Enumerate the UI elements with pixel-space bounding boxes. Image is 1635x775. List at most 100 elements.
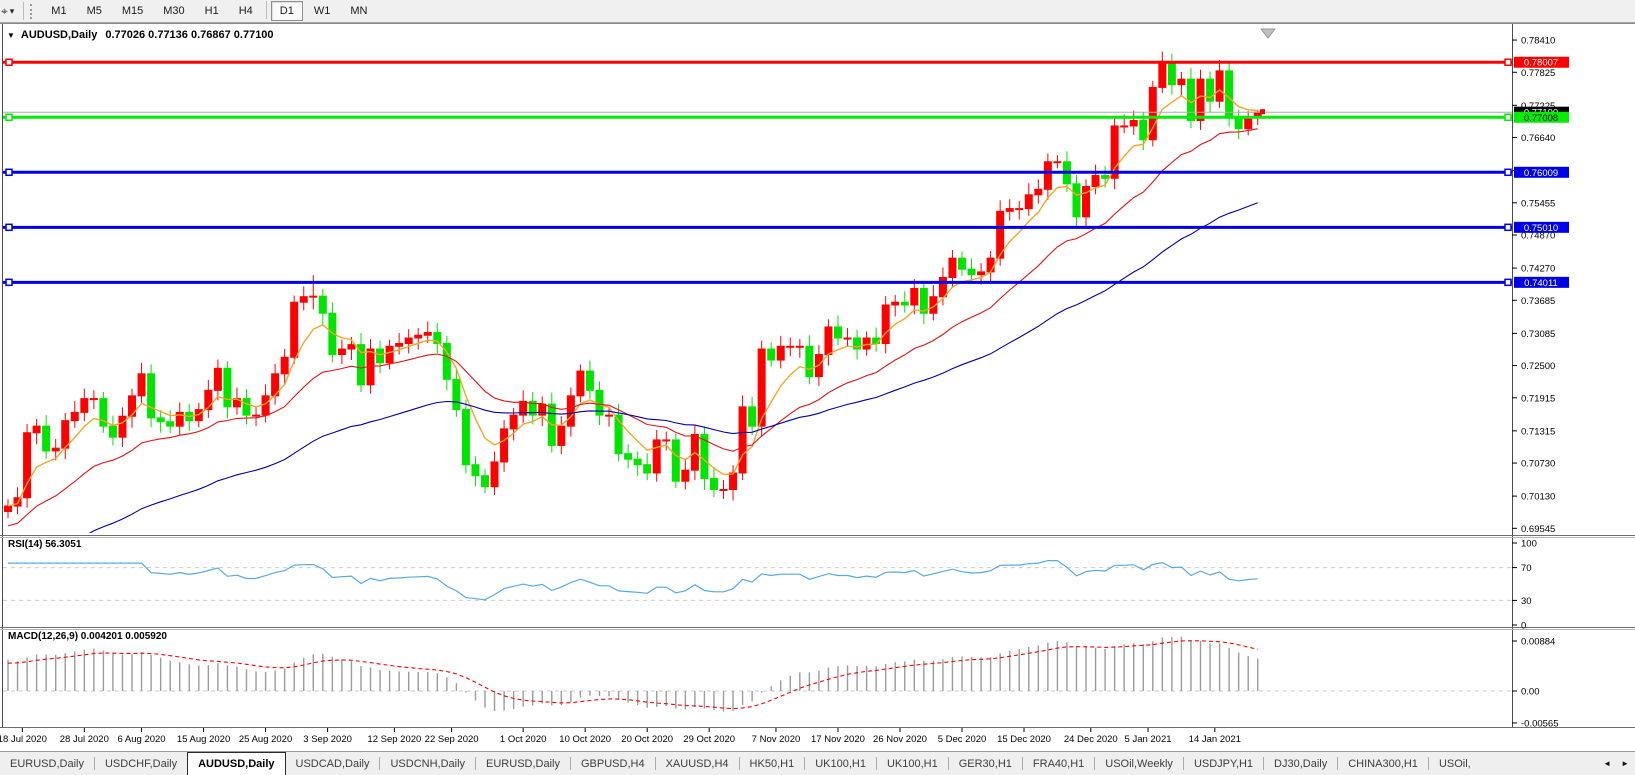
candle-body	[129, 396, 136, 416]
rsi-tick-label: 0	[1521, 621, 1526, 632]
candle-body	[262, 396, 269, 415]
collapse-triangle-icon[interactable]: ▼	[7, 31, 15, 40]
tab-gbpusd-h4[interactable]: GBPUSD,H4	[571, 752, 655, 775]
last-price-marker	[1260, 109, 1265, 114]
date-label: 5 Jan 2021	[1125, 734, 1172, 745]
date-label: 7 Nov 2020	[752, 734, 801, 745]
price-tick-label: 0.71915	[1521, 393, 1555, 404]
tab-eurusd-daily[interactable]: EURUSD,Daily	[0, 752, 94, 775]
candle-body	[586, 371, 593, 390]
hline-handle[interactable]	[6, 224, 12, 230]
candle-body	[1092, 176, 1099, 187]
rsi-tick-label: 70	[1521, 563, 1532, 574]
hline-handle[interactable]	[1505, 169, 1511, 175]
date-label: 10 Oct 2020	[559, 734, 611, 745]
tab-scroll-controls: ◄ ►	[1597, 752, 1635, 775]
tab-usdcnh-daily[interactable]: USDCNH,Daily	[380, 752, 475, 775]
candle-body	[1054, 162, 1061, 163]
hline-handle[interactable]	[6, 169, 12, 175]
tab-usdjpy-h1[interactable]: USDJPY,H1	[1184, 752, 1263, 775]
tab-fra40-h1[interactable]: FRA40,H1	[1023, 752, 1094, 775]
hline-handle[interactable]	[1505, 114, 1511, 120]
candle-body	[1111, 126, 1118, 178]
tab-ger30-h1[interactable]: GER30,H1	[949, 752, 1022, 775]
hline-price-tag-text: 0.78007	[1524, 58, 1558, 69]
candle-body	[796, 346, 803, 347]
candle-body	[281, 357, 288, 374]
tab-eurusd-daily[interactable]: EURUSD,Daily	[476, 752, 570, 775]
price-tick-label: 0.74270	[1521, 264, 1555, 275]
tab-scroll-left-icon[interactable]: ◄	[1603, 759, 1611, 768]
candle-body	[167, 422, 174, 426]
tab-scroll-right-icon[interactable]: ►	[1621, 759, 1629, 768]
hline-handle[interactable]	[6, 279, 12, 285]
candle-body	[109, 426, 116, 437]
date-label: 20 Oct 2020	[621, 734, 673, 745]
candle-body	[482, 476, 489, 487]
candle-body	[253, 415, 260, 416]
candle-body	[377, 349, 384, 363]
symbol-period-label: AUDUSD,Daily	[21, 29, 97, 41]
candle-body	[825, 327, 832, 355]
tab-uk100-h1[interactable]: UK100,H1	[805, 752, 876, 775]
candle-body	[749, 407, 756, 426]
candle-body	[606, 415, 613, 416]
candle-body	[539, 404, 546, 415]
chart-title: ▼AUDUSD,Daily0.77026 0.77136 0.76867 0.7…	[7, 29, 274, 41]
date-label: 1 Oct 2020	[500, 734, 546, 745]
candle-body	[138, 374, 145, 396]
date-label: 5 Dec 2020	[938, 734, 987, 745]
candle-body	[710, 478, 717, 489]
candle-body	[939, 277, 946, 296]
candle-body	[453, 379, 460, 409]
candle-body	[1168, 63, 1175, 85]
trading-terminal-window: ⌖ ▾ M1M5M15M30H1H4D1W1MN 0.784100.778250…	[0, 0, 1635, 775]
tab-china300-h1[interactable]: CHINA300,H1	[1338, 752, 1428, 775]
tab-usoil-weekly[interactable]: USOil,Weekly	[1095, 752, 1183, 775]
candle-body	[768, 349, 775, 360]
tab-audusd-daily[interactable]: AUDUSD,Daily	[187, 752, 285, 775]
tab-hk50-h1[interactable]: HK50,H1	[740, 752, 805, 775]
candle-body	[386, 346, 393, 363]
hline-handle[interactable]	[6, 114, 12, 120]
candle-body	[224, 368, 231, 407]
candle-body	[901, 302, 908, 305]
candle-body	[157, 418, 164, 422]
candle-body	[71, 412, 78, 420]
tab-uk100-h1[interactable]: UK100,H1	[877, 752, 948, 775]
hline-handle[interactable]	[1505, 224, 1511, 230]
macd-tick-label: 0.00	[1521, 687, 1540, 698]
candle-body	[338, 349, 345, 355]
date-label: 26 Nov 2020	[873, 734, 927, 745]
candle-body	[1035, 189, 1042, 195]
date-label: 14 Jan 2021	[1189, 734, 1241, 745]
candle-body	[1130, 120, 1137, 126]
candle-body	[959, 258, 966, 269]
hline-handle[interactable]	[1505, 59, 1511, 65]
candle-body	[806, 346, 813, 376]
hline-price-tag-text: 0.74011	[1524, 278, 1558, 289]
candle-body	[787, 346, 794, 347]
rsi-tick-label: 100	[1521, 539, 1537, 550]
hline-handle[interactable]	[1505, 279, 1511, 285]
tab-usdchf-daily[interactable]: USDCHF,Daily	[95, 752, 187, 775]
tab-usoil-[interactable]: USOil,	[1429, 752, 1481, 775]
date-label: 6 Aug 2020	[118, 734, 166, 745]
candle-body	[291, 302, 298, 357]
price-tick-label: 0.70130	[1521, 492, 1555, 503]
candle-body	[1073, 184, 1080, 217]
candle-body	[987, 258, 994, 272]
candle-body	[501, 429, 508, 462]
tab-dj30-daily[interactable]: DJ30,Daily	[1264, 752, 1337, 775]
date-label: 29 Oct 2020	[683, 734, 735, 745]
candle-body	[415, 335, 422, 338]
candle-body	[882, 305, 889, 344]
candle-body	[405, 338, 412, 344]
hline-handle[interactable]	[6, 59, 12, 65]
tab-usdcad-daily[interactable]: USDCAD,Daily	[286, 752, 380, 775]
tab-xauusd-h4[interactable]: XAUUSD,H4	[656, 752, 739, 775]
date-label: 24 Dec 2020	[1064, 734, 1118, 745]
candle-body	[844, 338, 851, 339]
hline-price-tag-text: 0.76009	[1524, 168, 1558, 179]
candle-body	[1016, 209, 1023, 210]
